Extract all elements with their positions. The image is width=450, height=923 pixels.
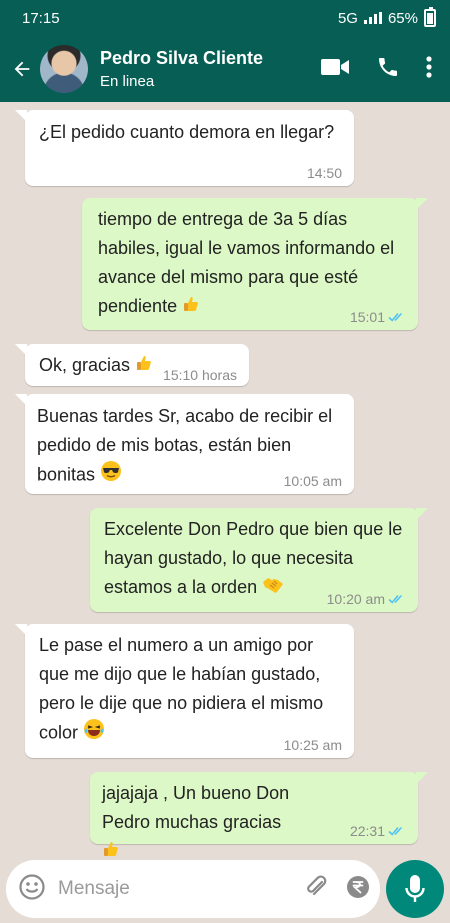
message-meta: 22:31 [350,822,406,840]
status-time: 17:15 [22,9,60,27]
voice-message-button[interactable] [386,860,444,918]
laughing-icon [83,718,105,749]
message-outgoing[interactable]: jajajaja , Un bueno Don Pedro muchas gra… [90,772,428,856]
battery-icon [424,7,436,27]
message-incoming[interactable]: Buenas tardes Sr, acabo de recibir el pe… [15,394,354,494]
more-options-button[interactable] [426,55,432,83]
thumbs-up-icon [135,352,153,381]
message-incoming[interactable]: Le pase el numero a un amigo por que me … [15,624,354,758]
double-check-icon [388,594,402,604]
microphone-icon [405,875,425,902]
thumbs-up-icon [182,293,200,322]
payment-button[interactable] [345,874,371,905]
message-time: 15:01 [349,309,385,325]
message-meta: 14:50 [307,164,342,182]
more-vert-icon [426,55,432,78]
message-text: tiempo de entrega de 3a 5 días habiles, … [98,205,406,322]
contact-name: Pedro Silva Cliente [100,47,264,68]
contact-status: En linea [100,72,155,90]
message-input[interactable] [58,878,303,900]
status-indicators: 5G 65% [337,7,436,27]
message-composer [6,860,411,918]
message-incoming[interactable]: ¿El pedido cuanto demora en llegar? 14:5… [15,110,354,186]
handshake-icon [262,574,284,603]
chat-header: Pedro Silva Cliente En linea [0,36,450,102]
battery-level: 65% [387,9,418,27]
message-meta: 10:05 am [284,472,342,490]
message-incoming[interactable]: Ok, gracias 15:10 horas [15,344,249,386]
message-list: ¿El pedido cuanto demora en llegar? 14:5… [0,102,450,856]
avatar[interactable] [40,45,88,93]
message-meta: 15:10 horas [163,366,237,384]
attach-button[interactable] [303,874,329,905]
signal-icon [363,12,382,24]
sunglasses-icon [100,460,122,491]
rupee-icon [347,875,369,898]
status-bar: 17:15 5G 65% [0,0,450,36]
network-type: 5G [337,9,358,27]
message-text: ¿El pedido cuanto demora en llegar? [39,122,335,142]
message-time: 10:05 am [283,473,342,489]
voice-call-button[interactable] [376,55,400,84]
phone-icon [379,57,397,76]
message-time: 22:31 [349,823,385,839]
arrow-left-icon [14,61,30,77]
paperclip-icon [307,874,327,895]
message-meta: 10:20 am [327,590,406,608]
double-check-icon [388,826,402,836]
message-meta: 10:25 am [284,736,342,754]
video-camera-icon [321,58,349,75]
smiley-icon [19,873,45,900]
message-time: 15:10 horas [163,367,237,383]
message-text: Le pase el numero a un amigo por que me … [39,631,342,749]
contact-info[interactable]: Pedro Silva Cliente En linea [100,47,320,92]
message-outgoing[interactable]: tiempo de entrega de 3a 5 días habiles, … [82,198,428,330]
header-actions [320,55,432,84]
message-outgoing[interactable]: Excelente Don Pedro que bien que le haya… [90,508,428,612]
message-meta: 15:01 [350,308,406,326]
emoji-button[interactable] [18,873,46,906]
back-button[interactable] [4,58,40,80]
double-check-icon [388,312,402,322]
message-time: 14:50 [306,165,342,181]
message-time: 10:25 am [283,737,342,753]
message-time: 10:20 am [326,591,385,607]
video-call-button[interactable] [320,56,350,83]
